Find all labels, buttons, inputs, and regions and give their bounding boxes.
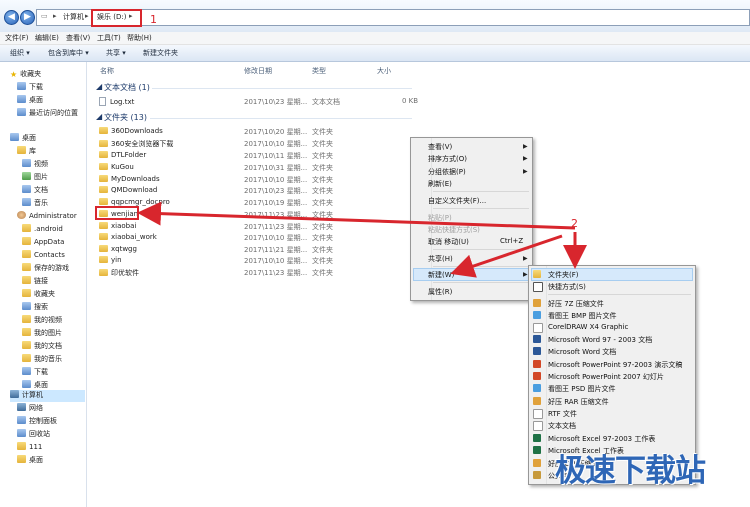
annotation-number-2: 2: [571, 217, 578, 230]
arrow-to-new: [450, 234, 563, 278]
watermark-logo: 极速下载站: [555, 453, 706, 489]
annotation-arrows: [137, 201, 587, 278]
arrow-to-wenjian: [137, 201, 576, 230]
